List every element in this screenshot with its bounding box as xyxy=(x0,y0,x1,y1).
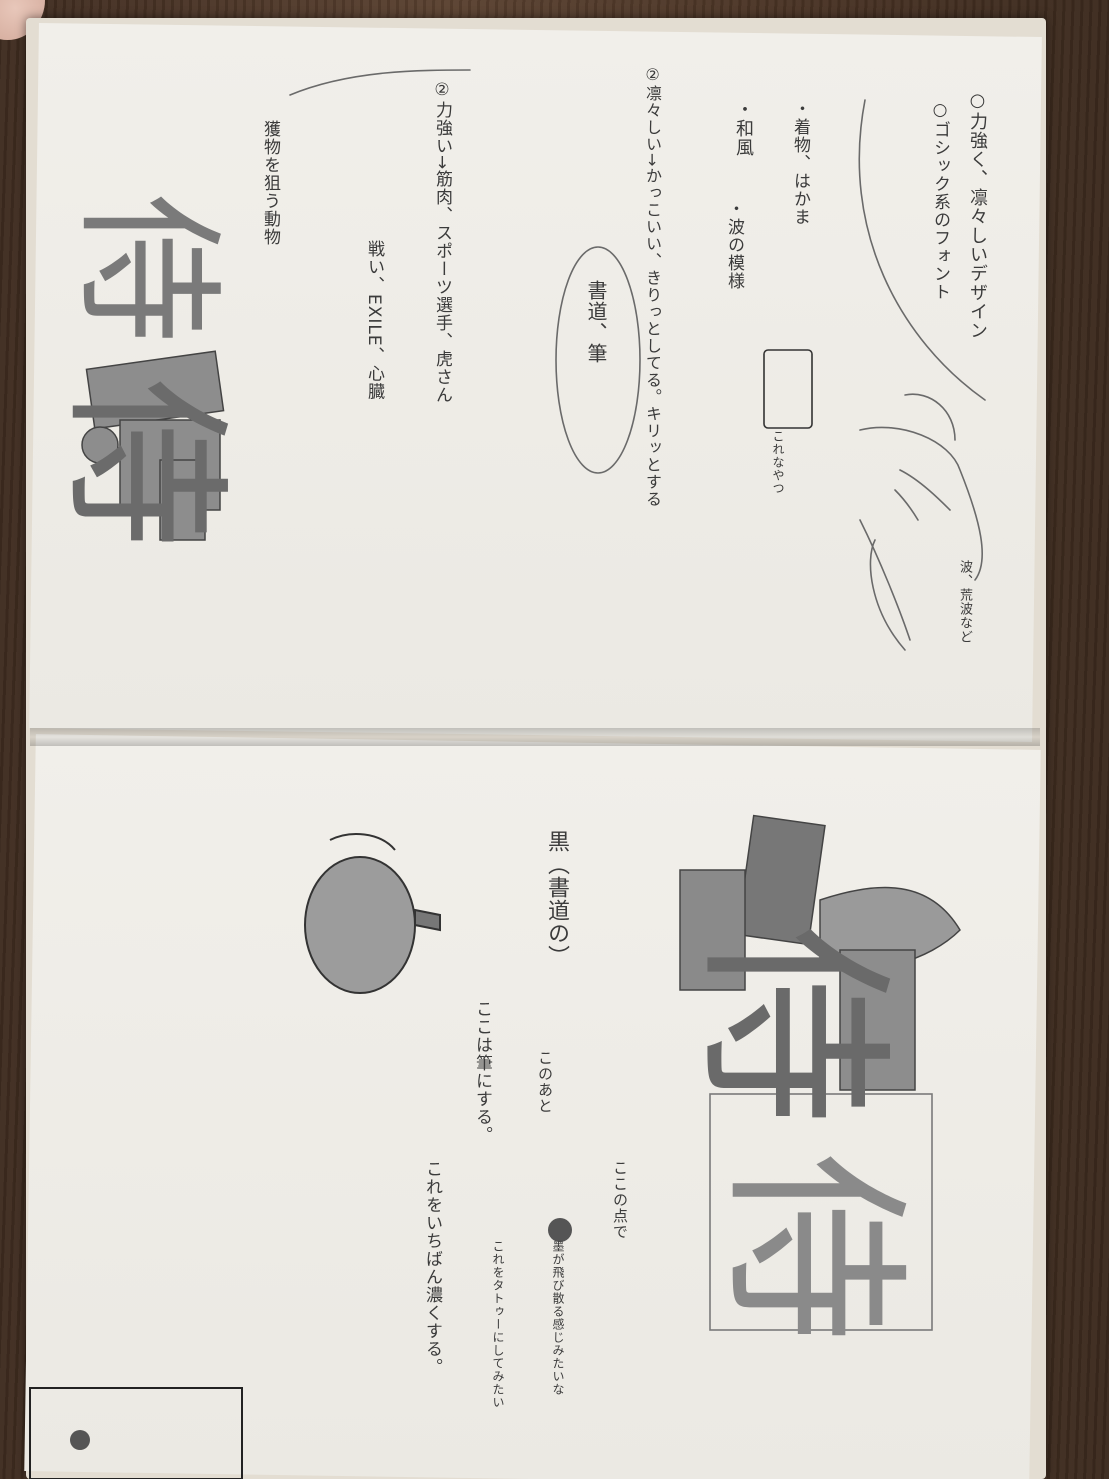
note-4: ・波の模様 xyxy=(724,200,744,290)
right-kanji-framed: 侍 xyxy=(702,1152,924,1343)
large-kanji-shaded: 侍 xyxy=(45,377,244,549)
tattoo-frame xyxy=(29,1387,243,1479)
note-10: ②力強い→筋肉、スポーツ選手、虎さん xyxy=(432,80,452,405)
note-11: 戦い、EXILE、心臓 xyxy=(364,240,384,401)
right-note-1: 黒（書道の） xyxy=(544,830,569,968)
right-kanji-shaded: 侍 xyxy=(675,924,909,1126)
note-1: ○力強く、凛々しいデザイン xyxy=(967,90,988,340)
note-9: 書道、筆 xyxy=(584,280,608,364)
right-note-3: このあと xyxy=(536,1050,554,1114)
apple-drawing xyxy=(304,833,441,994)
note-5: これなやつ xyxy=(771,430,785,495)
photo-scene: ○力強く、凛々しいデザイン ○ゴシック系のフォント ・着物、はかま ・波の模様 … xyxy=(0,0,1109,1479)
right-note-7: 墨が飛び散る感じみたいな xyxy=(551,1240,565,1396)
note-3: ・着物、はかま xyxy=(790,100,810,226)
note-7: 波、荒波など xyxy=(957,560,972,644)
note-6: ・和風 xyxy=(733,100,754,157)
wave-pattern-box xyxy=(763,349,813,429)
right-note-5: これをいちばん濃くする。 xyxy=(422,1160,442,1376)
right-note-2: ここは筆にする。 xyxy=(472,1000,492,1144)
right-note-4: ここの点で xyxy=(611,1160,629,1240)
large-kanji-outline: 侍 xyxy=(59,193,234,344)
note-2: ○ゴシック系のフォント xyxy=(930,100,950,301)
right-note-6: これをタトゥーにしてみたい xyxy=(491,1240,505,1409)
note-8: ②凛々しい→かっこいい、きりっとしてる。キリッとする xyxy=(643,65,662,508)
